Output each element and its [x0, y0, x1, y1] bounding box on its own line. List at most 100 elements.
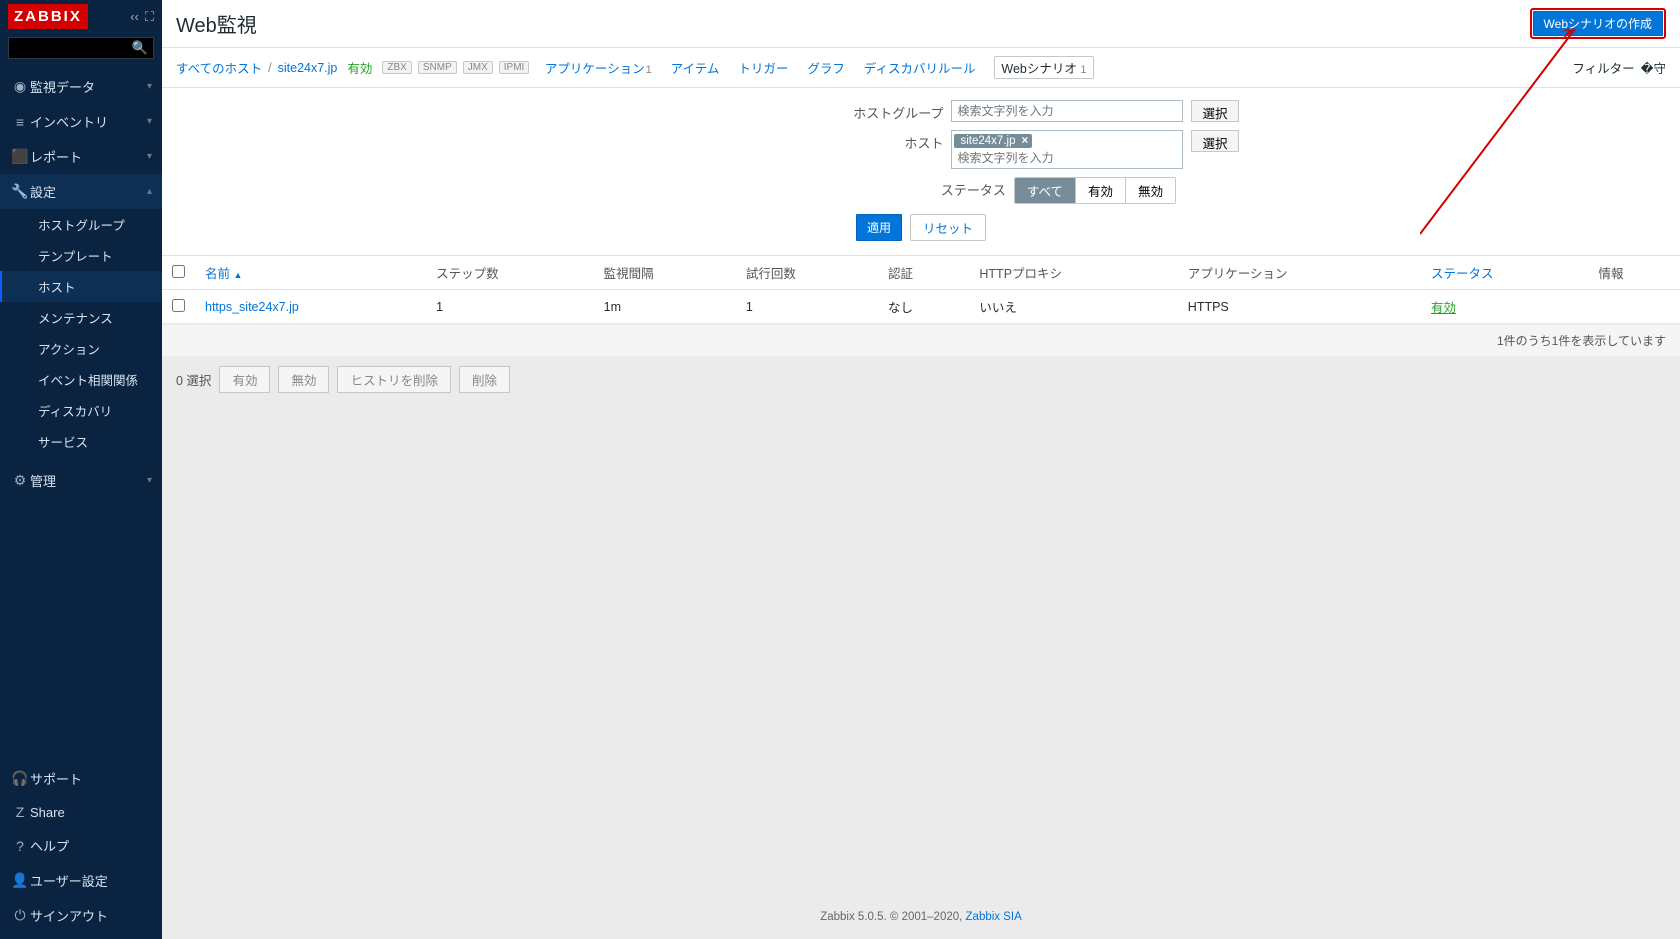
hostgroup-multiselect[interactable] — [951, 100, 1183, 122]
bulk-enable-button[interactable]: 有効 — [219, 366, 270, 393]
logo[interactable]: ZABBIX — [8, 4, 88, 29]
subnav-templates[interactable]: テンプレート — [0, 240, 162, 271]
sidebar-item-label: 設定 — [30, 182, 56, 201]
filter-panel: ホストグループ 選択 ホスト site24x7.jp× 選択 ステータス — [162, 88, 1680, 256]
headset-icon: 🎧 — [10, 770, 30, 787]
share-icon: Z — [10, 804, 30, 820]
hostgroup-label: ホストグループ — [603, 100, 943, 122]
wrench-icon: 🔧 — [10, 183, 30, 200]
sidebar-search: 🔍 — [8, 37, 154, 59]
tag-snmp[interactable]: SNMP — [418, 61, 457, 74]
sidebar-item-label: Share — [30, 805, 65, 820]
subnav-maintenance[interactable]: メンテナンス — [0, 302, 162, 333]
hostgroup-select-button[interactable]: 選択 — [1191, 100, 1238, 122]
sidebar-item-label: サポート — [30, 769, 82, 788]
sidebar-item-label: 管理 — [30, 471, 56, 490]
chart-icon: ⬛ — [10, 148, 30, 165]
sort-asc-icon: ▲ — [234, 270, 243, 280]
status-label: ステータス — [666, 177, 1006, 199]
crumb-all-hosts[interactable]: すべてのホスト — [176, 58, 262, 77]
col-proxy: HTTPプロキシ — [969, 256, 1177, 290]
sidebar-item-inventory[interactable]: ≡ インベントリ ▾ — [0, 104, 162, 139]
row-info — [1589, 290, 1680, 324]
footer: Zabbix 5.0.5. © 2001–2020, Zabbix SIA — [162, 895, 1680, 939]
col-status[interactable]: ステータス — [1431, 267, 1494, 281]
gear-icon: ⚙ — [10, 472, 30, 489]
subnav-services[interactable]: サービス — [0, 426, 162, 457]
chevron-up-icon: ▴ — [147, 186, 152, 197]
sidebar-help[interactable]: ?ヘルプ — [0, 828, 162, 863]
chevron-down-icon: ▾ — [147, 475, 152, 486]
sidebar-item-label: 監視データ — [30, 77, 95, 96]
tab-triggers[interactable]: トリガー — [738, 58, 788, 77]
filter-toggle[interactable]: フィルター �守 — [1572, 58, 1666, 77]
footer-link[interactable]: Zabbix SIA — [966, 911, 1022, 923]
subnav-event-correlation[interactable]: イベント相関関係 — [0, 364, 162, 395]
sidebar-item-label: ヘルプ — [30, 836, 69, 855]
collapse-icon[interactable]: ‹‹ — [130, 9, 139, 25]
host-input[interactable] — [953, 149, 1181, 167]
sidebar-item-reports[interactable]: ⬛ レポート ▾ — [0, 139, 162, 174]
col-auth: 認証 — [878, 256, 969, 290]
eye-icon: ◉ — [10, 78, 30, 95]
status-enabled[interactable]: 有効 — [1076, 178, 1126, 203]
row-name-link[interactable]: https_site24x7.jp — [205, 300, 299, 314]
create-web-scenario-button[interactable]: Webシナリオの作成 — [1533, 11, 1663, 36]
sidebar-item-configuration[interactable]: 🔧 設定 ▴ — [0, 174, 162, 209]
status-all[interactable]: すべて — [1015, 178, 1076, 203]
remove-tag-icon[interactable]: × — [1021, 135, 1028, 147]
bulk-delete-button[interactable]: 削除 — [459, 366, 510, 393]
sidebar-item-monitoring[interactable]: ◉ 監視データ ▾ — [0, 69, 162, 104]
breadcrumb-bar: すべてのホスト / site24x7.jp 有効 ZBX SNMP JMX IP… — [162, 48, 1680, 88]
footer-text: Zabbix 5.0.5. © 2001–2020, — [820, 911, 965, 923]
sidebar-signout[interactable]: ⏻サインアウト — [0, 898, 162, 933]
row-status-link[interactable]: 有効 — [1431, 301, 1456, 315]
tab-discovery-rules[interactable]: ディスカバリルール — [864, 58, 976, 77]
sidebar-user-settings[interactable]: 👤ユーザー設定 — [0, 863, 162, 898]
tab-applications[interactable]: アプリケーション1 — [545, 58, 652, 77]
col-name[interactable]: 名前 ▲ — [205, 267, 242, 281]
apply-button[interactable]: 適用 — [856, 214, 902, 241]
tab-web-scenarios[interactable]: Webシナリオ 1 — [994, 56, 1093, 79]
tag-jmx[interactable]: JMX — [463, 61, 493, 74]
tag-zbx[interactable]: ZBX — [382, 61, 411, 74]
row-checkbox[interactable] — [172, 299, 185, 312]
bulk-disable-button[interactable]: 無効 — [278, 366, 329, 393]
row-steps: 1 — [426, 290, 594, 324]
subnav-discovery[interactable]: ディスカバリ — [0, 395, 162, 426]
tab-items[interactable]: アイテム — [671, 58, 720, 77]
row-proxy: いいえ — [969, 290, 1177, 324]
chevron-down-icon: ▾ — [147, 151, 152, 162]
filter-label: フィルター — [1572, 58, 1634, 77]
host-multiselect[interactable]: site24x7.jp× — [951, 130, 1183, 169]
host-status: 有効 — [347, 58, 372, 77]
status-disabled[interactable]: 無効 — [1126, 178, 1175, 203]
subnav-hostgroups[interactable]: ホストグループ — [0, 209, 162, 240]
sidebar-support[interactable]: 🎧サポート — [0, 761, 162, 796]
sidebar-item-label: レポート — [30, 147, 82, 166]
table-row: https_site24x7.jp 1 1m 1 なし いいえ HTTPS 有効 — [162, 290, 1680, 324]
select-all-checkbox[interactable] — [172, 265, 185, 278]
subnav-actions[interactable]: アクション — [0, 333, 162, 364]
sidebar-item-label: ユーザー設定 — [30, 871, 108, 890]
help-icon: ? — [10, 838, 30, 854]
row-interval: 1m — [594, 290, 736, 324]
col-interval: 監視間隔 — [594, 256, 736, 290]
subnav-hosts[interactable]: ホスト — [0, 271, 162, 302]
search-icon[interactable]: 🔍 — [132, 40, 148, 56]
tab-graphs[interactable]: グラフ — [807, 58, 845, 77]
filter-icon: �守 — [1641, 58, 1666, 77]
bulk-clear-history-button[interactable]: ヒストリを削除 — [337, 366, 451, 393]
host-tag[interactable]: site24x7.jp× — [954, 134, 1032, 148]
tag-ipmi[interactable]: IPMI — [499, 61, 530, 74]
reset-button[interactable]: リセット — [910, 214, 986, 241]
bulk-actions: 0 選択 有効 無効 ヒストリを削除 削除 — [162, 356, 1680, 403]
expand-icon[interactable]: ⛶ — [145, 9, 154, 25]
chevron-down-icon: ▾ — [147, 81, 152, 92]
row-retries: 1 — [736, 290, 878, 324]
sidebar-share[interactable]: ZShare — [0, 796, 162, 828]
hostgroup-input[interactable] — [953, 102, 1181, 120]
sidebar-item-administration[interactable]: ⚙ 管理 ▾ — [0, 463, 162, 498]
host-select-button[interactable]: 選択 — [1191, 130, 1238, 152]
crumb-host[interactable]: site24x7.jp — [278, 61, 338, 75]
